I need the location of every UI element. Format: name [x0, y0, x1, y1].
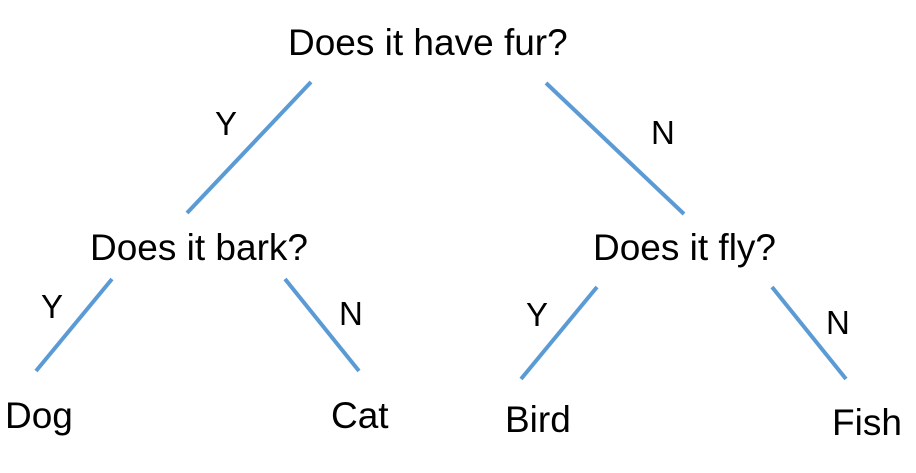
leaf-fish: Fish: [832, 402, 902, 443]
leaf-dog: Dog: [5, 395, 73, 436]
edge-root-yes-line: [185, 80, 313, 215]
fly-question: Does it fly?: [593, 227, 777, 268]
decision-tree-diagram: Does it have fur? Does it bark? Does it …: [0, 0, 916, 473]
edge-root-yes-label: Y: [215, 105, 238, 142]
leaf-bird: Bird: [505, 399, 571, 440]
edge-fly-no-label: N: [826, 304, 850, 341]
edge-fly-yes-label: Y: [526, 296, 549, 333]
edge-bark-no-label: N: [339, 295, 363, 332]
bark-question: Does it bark?: [90, 227, 308, 268]
root-question: Does it have fur?: [288, 22, 568, 63]
edge-root-no-label: N: [651, 114, 675, 151]
leaf-cat: Cat: [331, 395, 389, 436]
edge-bark-yes-label: Y: [41, 288, 64, 325]
